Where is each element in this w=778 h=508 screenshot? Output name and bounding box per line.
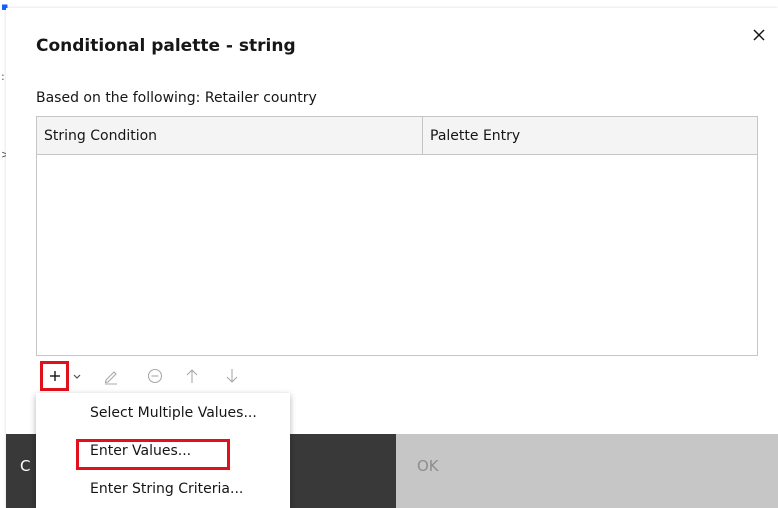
ok-button[interactable]: OK xyxy=(396,434,778,508)
menu-item-enter-string-criteria[interactable]: Enter String Criteria... xyxy=(36,472,290,508)
minus-circle-icon xyxy=(147,368,163,384)
move-down-button[interactable] xyxy=(221,361,243,391)
plus-icon xyxy=(49,371,60,381)
arrow-up-icon xyxy=(186,369,198,383)
remove-button[interactable] xyxy=(144,361,166,391)
arrow-down-icon xyxy=(226,369,238,383)
edit-button[interactable] xyxy=(100,361,122,391)
close-icon xyxy=(753,29,765,41)
close-button[interactable] xyxy=(748,24,770,46)
add-button[interactable] xyxy=(40,361,69,391)
chevron-down-icon xyxy=(73,374,81,379)
menu-item-label: Enter Values... xyxy=(90,443,192,459)
column-header-palette-entry: Palette Entry xyxy=(430,128,521,144)
cancel-button-label: C xyxy=(20,457,31,475)
pencil-icon xyxy=(104,371,117,385)
menu-item-enter-values[interactable]: Enter Values... xyxy=(36,434,290,470)
add-dropdown-button[interactable] xyxy=(70,361,84,391)
table-header: String Condition Palette Entry xyxy=(37,117,757,155)
table-toolbar xyxy=(36,361,256,391)
conditions-table: String Condition Palette Entry xyxy=(36,116,758,356)
column-header-string-condition: String Condition xyxy=(37,117,423,154)
menu-item-label: Enter String Criteria... xyxy=(90,481,244,497)
dialog-subtitle: Based on the following: Retailer country xyxy=(36,90,317,106)
menu-item-select-multiple-values[interactable]: Select Multiple Values... xyxy=(36,396,290,432)
ok-button-label: OK xyxy=(417,457,439,475)
table-body xyxy=(37,155,757,355)
menu-item-label: Select Multiple Values... xyxy=(90,405,257,421)
add-options-menu: Select Multiple Values... Enter Values..… xyxy=(36,393,290,508)
dialog-title: Conditional palette - string xyxy=(36,36,296,56)
move-up-button[interactable] xyxy=(181,361,203,391)
